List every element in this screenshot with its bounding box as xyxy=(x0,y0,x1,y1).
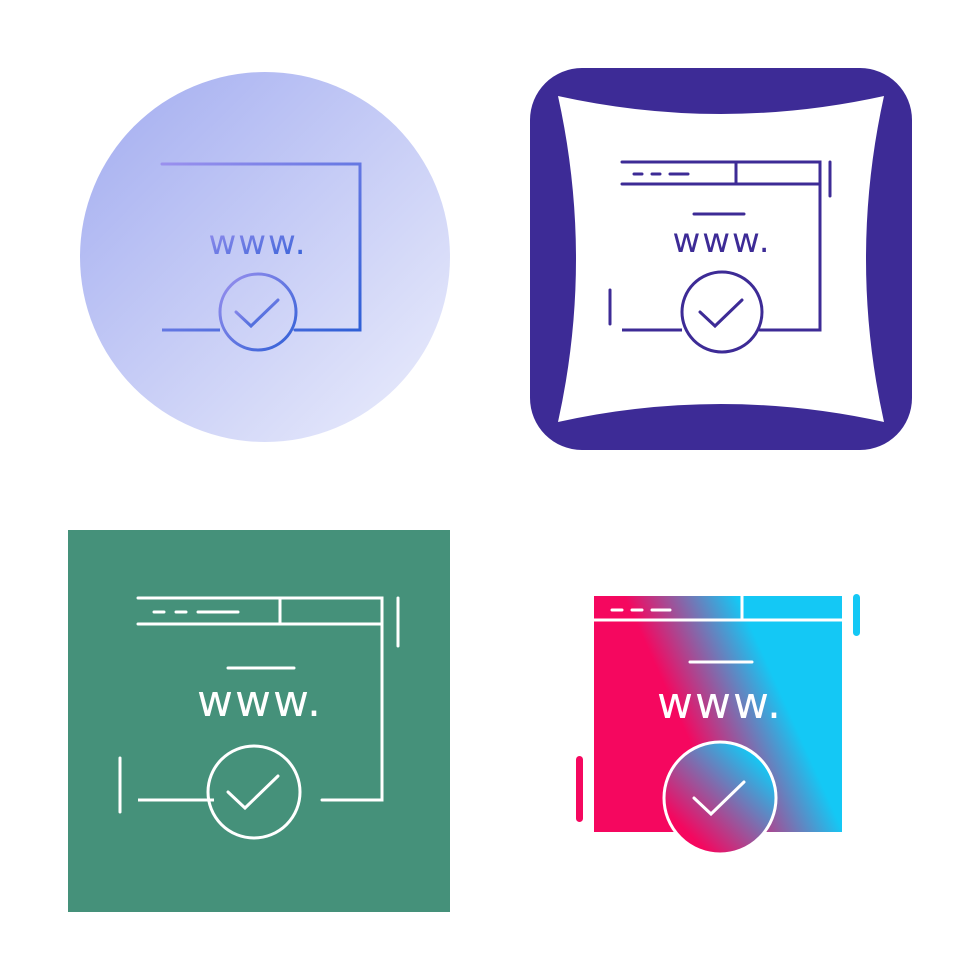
globe-browser-check-icon: www. xyxy=(530,68,912,450)
icon-sheet: www. www. www. www. xyxy=(0,0,980,980)
www-label: www. xyxy=(672,221,771,261)
www-label: www. xyxy=(657,678,783,729)
side-bar-right xyxy=(853,594,860,636)
side-bar-left xyxy=(576,756,583,822)
www-label: www. xyxy=(208,223,307,263)
www-verified-icon-square-variant: www. xyxy=(530,68,912,450)
globe-browser-check-icon: www. xyxy=(68,530,450,912)
globe-browser-check-icon: www. xyxy=(80,72,450,442)
www-verified-icon-gradient-variant: www. xyxy=(570,590,860,870)
globe-browser-check-icon: www. xyxy=(576,594,860,856)
check-circle xyxy=(662,740,778,856)
www-verified-icon-circle-variant: www. xyxy=(80,72,450,442)
www-label: www. xyxy=(197,676,323,727)
www-verified-icon-green-variant: www. xyxy=(68,530,450,912)
